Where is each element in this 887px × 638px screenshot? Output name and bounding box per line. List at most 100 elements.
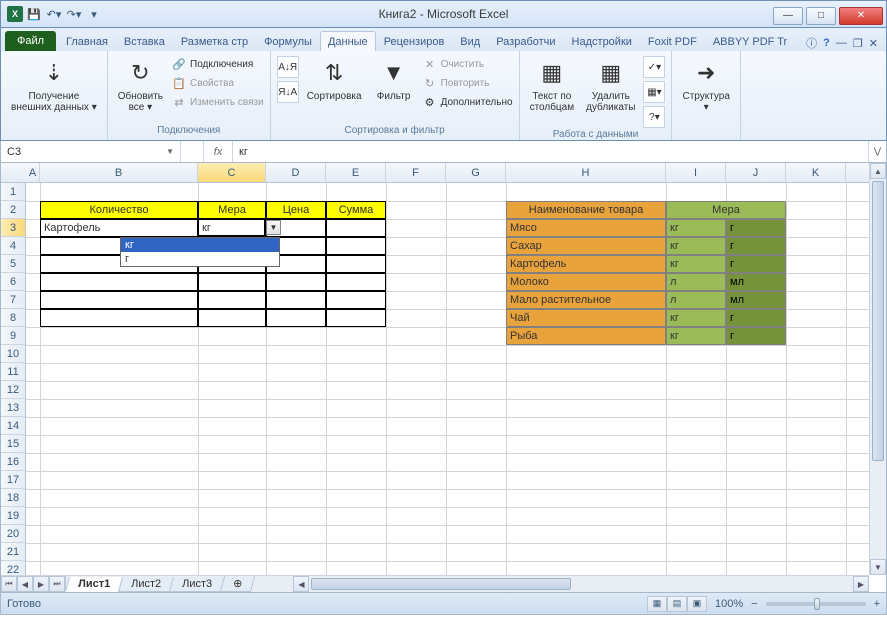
row-header[interactable]: 19 bbox=[1, 507, 25, 525]
cell[interactable]: Цена bbox=[266, 201, 326, 219]
cell[interactable]: г bbox=[726, 219, 786, 237]
cell[interactable]: кг bbox=[666, 255, 726, 273]
mdi-restore-icon[interactable]: ❐ bbox=[853, 37, 863, 50]
cell[interactable]: Мера bbox=[198, 201, 266, 219]
page-break-view-icon[interactable]: ▣ bbox=[687, 596, 707, 612]
scroll-down-arrow[interactable]: ▼ bbox=[870, 559, 886, 575]
cell[interactable]: Молоко bbox=[506, 273, 666, 291]
dropdown-option[interactable]: кг bbox=[121, 238, 279, 252]
ribbon-button[interactable]: ➜Структура▾ bbox=[678, 55, 733, 115]
ribbon-tab[interactable]: Вставка bbox=[116, 31, 173, 51]
hscroll-thumb[interactable] bbox=[311, 578, 571, 590]
row-header[interactable]: 9 bbox=[1, 327, 25, 345]
cell[interactable] bbox=[326, 309, 386, 327]
ribbon-tab[interactable]: Foxit PDF bbox=[640, 31, 705, 51]
column-header[interactable]: K bbox=[786, 163, 846, 182]
ribbon-tab[interactable]: ABBYY PDF Tr bbox=[705, 31, 795, 51]
cell[interactable]: Сахар bbox=[506, 237, 666, 255]
ribbon-icon-button[interactable]: ✓▾ bbox=[643, 55, 665, 79]
sheet-next-icon[interactable]: ▶ bbox=[33, 576, 49, 592]
cell[interactable] bbox=[326, 273, 386, 291]
cell[interactable]: кг bbox=[666, 219, 726, 237]
sheet-tab[interactable]: Лист2 bbox=[118, 577, 174, 592]
ribbon-tab[interactable]: Надстройки bbox=[564, 31, 640, 51]
row-header[interactable]: 13 bbox=[1, 399, 25, 417]
qat-customize-icon[interactable]: ▾ bbox=[85, 5, 103, 23]
sheet-first-icon[interactable]: ⏮ bbox=[1, 576, 17, 592]
zoom-slider[interactable] bbox=[766, 602, 866, 606]
normal-view-icon[interactable]: ▦ bbox=[647, 596, 667, 612]
cell[interactable]: кг bbox=[666, 309, 726, 327]
row-header[interactable]: 8 bbox=[1, 309, 25, 327]
cell[interactable]: Наименование товара bbox=[506, 201, 666, 219]
ribbon-button[interactable]: ⇅Сортировка bbox=[303, 55, 366, 104]
formula-expand-icon[interactable]: ⋁ bbox=[868, 141, 886, 162]
column-header[interactable]: H bbox=[506, 163, 666, 182]
cell[interactable]: г bbox=[726, 237, 786, 255]
cell[interactable]: г bbox=[726, 327, 786, 345]
row-header[interactable]: 14 bbox=[1, 417, 25, 435]
ribbon-icon-button[interactable]: ?▾ bbox=[643, 105, 665, 129]
row-header[interactable]: 11 bbox=[1, 363, 25, 381]
row-header[interactable]: 17 bbox=[1, 471, 25, 489]
cell[interactable] bbox=[326, 219, 386, 237]
cell[interactable] bbox=[326, 291, 386, 309]
cell[interactable] bbox=[266, 291, 326, 309]
file-tab[interactable]: Файл bbox=[5, 31, 56, 51]
ribbon-icon-button[interactable]: Я↓A bbox=[277, 80, 299, 104]
ribbon-button[interactable]: ▦Удалитьдубликаты bbox=[582, 55, 639, 115]
save-icon[interactable]: 💾 bbox=[25, 5, 43, 23]
row-header[interactable]: 21 bbox=[1, 543, 25, 561]
cell[interactable]: Сумма bbox=[326, 201, 386, 219]
cell[interactable]: кг bbox=[666, 327, 726, 345]
cell[interactable]: Мало растительное bbox=[506, 291, 666, 309]
name-box[interactable]: C3▼ bbox=[1, 141, 181, 162]
minimize-button[interactable]: — bbox=[773, 7, 803, 25]
row-header[interactable]: 5 bbox=[1, 255, 25, 273]
sheet-tab[interactable]: Лист3 bbox=[169, 577, 225, 592]
row-header[interactable]: 15 bbox=[1, 435, 25, 453]
sheet-prev-icon[interactable]: ◀ bbox=[17, 576, 33, 592]
row-header[interactable]: 1 bbox=[1, 183, 25, 201]
cell[interactable]: Мера bbox=[666, 201, 786, 219]
ribbon-button[interactable]: ⇣Получениевнешних данных ▾ bbox=[7, 55, 101, 115]
cell[interactable]: Количество bbox=[40, 201, 198, 219]
dropdown-option[interactable]: г bbox=[121, 252, 279, 266]
column-header[interactable]: A bbox=[26, 163, 40, 182]
row-header[interactable]: 10 bbox=[1, 345, 25, 363]
row-header[interactable]: 3 bbox=[1, 219, 25, 237]
cell[interactable] bbox=[198, 291, 266, 309]
ribbon-small-button[interactable]: ⚙Дополнительно bbox=[422, 93, 513, 111]
row-header[interactable]: 16 bbox=[1, 453, 25, 471]
cell[interactable] bbox=[40, 309, 198, 327]
undo-icon[interactable]: ↶▾ bbox=[45, 5, 63, 23]
ribbon-tab[interactable]: Разработчи bbox=[488, 31, 563, 51]
redo-icon[interactable]: ↷▾ bbox=[65, 5, 83, 23]
cell[interactable]: мл bbox=[726, 273, 786, 291]
scroll-up-arrow[interactable]: ▲ bbox=[870, 163, 886, 179]
cell[interactable]: л bbox=[666, 273, 726, 291]
column-header[interactable]: B bbox=[40, 163, 198, 182]
ribbon-button[interactable]: ↻Обновитьвсе ▾ bbox=[114, 55, 167, 115]
cell[interactable]: Рыба bbox=[506, 327, 666, 345]
column-header[interactable]: D bbox=[266, 163, 326, 182]
cell[interactable] bbox=[266, 309, 326, 327]
cell[interactable]: кг bbox=[666, 237, 726, 255]
dropdown-list[interactable]: кгг bbox=[120, 237, 280, 267]
ribbon-button[interactable]: ▼Фильтр bbox=[370, 55, 418, 104]
vscroll-thumb[interactable] bbox=[872, 181, 884, 461]
row-header[interactable]: 2 bbox=[1, 201, 25, 219]
zoom-level[interactable]: 100% bbox=[715, 598, 743, 610]
formula-input[interactable]: кг bbox=[233, 141, 868, 162]
ribbon-tab[interactable]: Вид bbox=[452, 31, 488, 51]
ribbon-tab[interactable]: Формулы bbox=[256, 31, 320, 51]
dropdown-button[interactable]: ▼ bbox=[266, 220, 281, 235]
column-header[interactable]: E bbox=[326, 163, 386, 182]
sheet-last-icon[interactable]: ⏭ bbox=[49, 576, 65, 592]
row-header[interactable]: 20 bbox=[1, 525, 25, 543]
zoom-in-icon[interactable]: + bbox=[874, 598, 880, 610]
fx-icon[interactable]: fx bbox=[203, 141, 233, 162]
cell[interactable]: Картофель bbox=[40, 219, 198, 237]
cell[interactable]: л bbox=[666, 291, 726, 309]
cells-area[interactable]: КоличествоМераЦенаСуммаКартофелькгНаимен… bbox=[26, 183, 869, 575]
